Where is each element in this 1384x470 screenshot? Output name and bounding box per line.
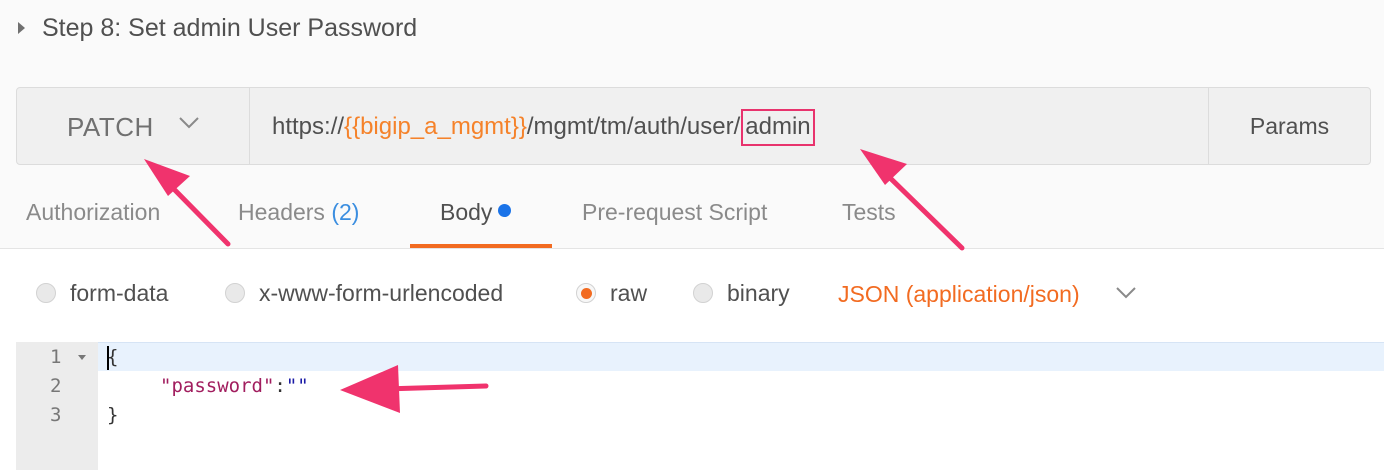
tab-tests[interactable]: Tests	[842, 199, 896, 226]
tab-headers-label: Headers	[238, 199, 325, 225]
json-colon: :	[274, 375, 286, 397]
radio-selected-icon	[576, 283, 596, 303]
radio-x-www-form-urlencoded[interactable]: x-www-form-urlencoded	[225, 279, 503, 307]
radio-circle-icon	[225, 283, 245, 303]
radio-label: x-www-form-urlencoded	[259, 279, 504, 306]
radio-label: binary	[727, 279, 790, 306]
code-line-2: "password":""	[160, 375, 309, 397]
radio-circle-icon	[36, 283, 56, 303]
json-value: ""	[285, 375, 309, 397]
line-number: 3	[50, 404, 62, 426]
tab-headers[interactable]: Headers (2)	[238, 199, 359, 226]
line-number: 1	[50, 346, 62, 368]
radio-label: form-data	[70, 279, 169, 306]
params-button[interactable]: Params	[1208, 88, 1370, 164]
method-select[interactable]: PATCH	[17, 88, 250, 164]
code-line-3: }	[107, 404, 119, 426]
radio-circle-icon	[693, 283, 713, 303]
active-line-highlight	[98, 342, 1384, 371]
tabs-divider	[0, 248, 1384, 249]
radio-raw[interactable]: raw	[576, 279, 647, 307]
code-editor[interactable]: 1 2 3 { "password":"" }	[16, 342, 1384, 470]
line-number-gutter: 1 2 3	[16, 342, 98, 470]
code-line-1: {	[107, 346, 119, 368]
line-number: 2	[50, 375, 62, 397]
method-label: PATCH	[67, 112, 154, 142]
url-input[interactable]: https://{{bigip_a_mgmt}}/mgmt/tm/auth/us…	[250, 88, 1210, 164]
radio-binary[interactable]: binary	[693, 279, 790, 307]
tab-authorization[interactable]: Authorization	[26, 199, 160, 226]
url-prefix: https://	[272, 113, 345, 140]
tab-body-label: Body	[440, 199, 493, 225]
request-title: Step 8: Set admin User Password	[42, 14, 418, 42]
chevron-down-icon	[179, 117, 199, 129]
radio-form-data[interactable]: form-data	[36, 279, 168, 307]
request-bar: PATCH https://{{bigip_a_mgmt}}/mgmt/tm/a…	[16, 87, 1371, 165]
tab-pre-request-script[interactable]: Pre-request Script	[582, 199, 767, 226]
chevron-down-icon[interactable]	[1114, 280, 1138, 304]
modified-dot-icon	[498, 204, 512, 217]
url-path: /mgmt/tm/auth/user/	[526, 113, 741, 140]
url-text: https://{{bigip_a_mgmt}}/mgmt/tm/auth/us…	[272, 109, 815, 146]
json-key: "password"	[160, 375, 275, 397]
step-header[interactable]: Step 8: Set admin User Password	[0, 0, 1384, 58]
url-highlighted-segment: admin	[741, 109, 815, 146]
fold-caret-icon[interactable]	[78, 355, 86, 360]
content-type-select[interactable]: JSON (application/json)	[838, 281, 1080, 308]
headers-count-badge: (2)	[331, 199, 360, 225]
tab-body[interactable]: Body	[440, 199, 512, 226]
caret-right-icon[interactable]	[18, 22, 25, 34]
url-variable: {{bigip_a_mgmt}}	[344, 113, 527, 140]
radio-label: raw	[610, 279, 648, 306]
